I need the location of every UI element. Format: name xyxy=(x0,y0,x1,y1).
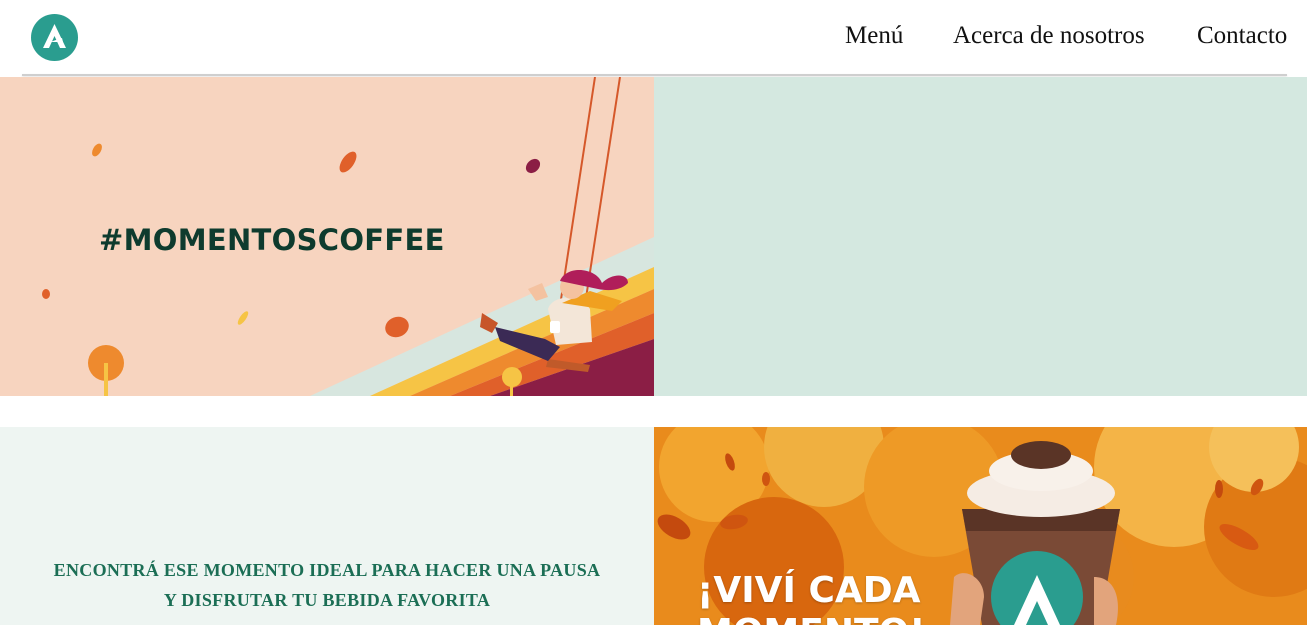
hero-hashtag: #MOMENTOSCOFFEE xyxy=(99,223,445,257)
nav-menu-link[interactable]: Menú xyxy=(845,22,903,50)
promo-headline: ¡VIVÍ CADA MOMENTO! xyxy=(697,570,926,625)
promo-headline-line-1: ¡VIVÍ CADA xyxy=(697,570,921,611)
hero-side-panel xyxy=(654,77,1307,396)
promo-text-panel: ENCONTRÁ ESE MOMENTO IDEAL PARA HACER UN… xyxy=(0,427,654,625)
site-header: Menú Acerca de nosotros Contacto xyxy=(0,0,1307,76)
nav-about-link[interactable]: Acerca de nosotros xyxy=(953,22,1145,50)
nav-contact-link[interactable]: Contacto xyxy=(1197,22,1287,50)
hero-banner-illustration: #MOMENTOSCOFFEE xyxy=(0,77,654,396)
promo-tagline-line-2: Y DISFRUTAR TU BEBIDA FAVORITA xyxy=(163,590,491,610)
header-divider xyxy=(22,74,1287,76)
promo-headline-line-2: MOMENTO! xyxy=(697,612,926,625)
brand-logo-icon[interactable] xyxy=(31,14,78,61)
promo-drink-image: ¡VIVÍ CADA MOMENTO! xyxy=(654,427,1307,625)
promo-tagline: ENCONTRÁ ESE MOMENTO IDEAL PARA HACER UN… xyxy=(0,555,654,615)
promo-tagline-line-1: ENCONTRÁ ESE MOMENTO IDEAL PARA HACER UN… xyxy=(53,560,601,580)
